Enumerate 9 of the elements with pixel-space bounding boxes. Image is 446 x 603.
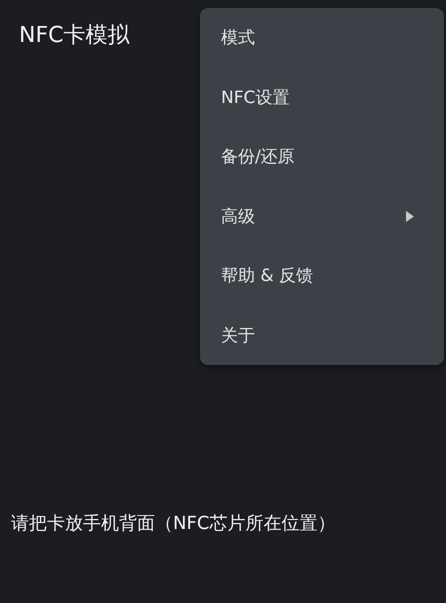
menu-item[interactable]: NFC设置 xyxy=(200,68,444,127)
submenu-arrow-icon xyxy=(406,210,414,222)
menu-item[interactable]: 帮助 & 反馈 xyxy=(200,246,444,306)
app-title: NFC卡模拟 xyxy=(19,22,130,50)
menu-item[interactable]: 模式 xyxy=(200,8,444,68)
menu-item[interactable]: 备份/还原 xyxy=(200,127,444,186)
menu-item[interactable]: 高级 xyxy=(200,186,444,246)
menu-item[interactable]: 关于 xyxy=(200,306,444,365)
instruction-text: 请把卡放手机背面（NFC芯片所在位置） xyxy=(11,512,336,536)
